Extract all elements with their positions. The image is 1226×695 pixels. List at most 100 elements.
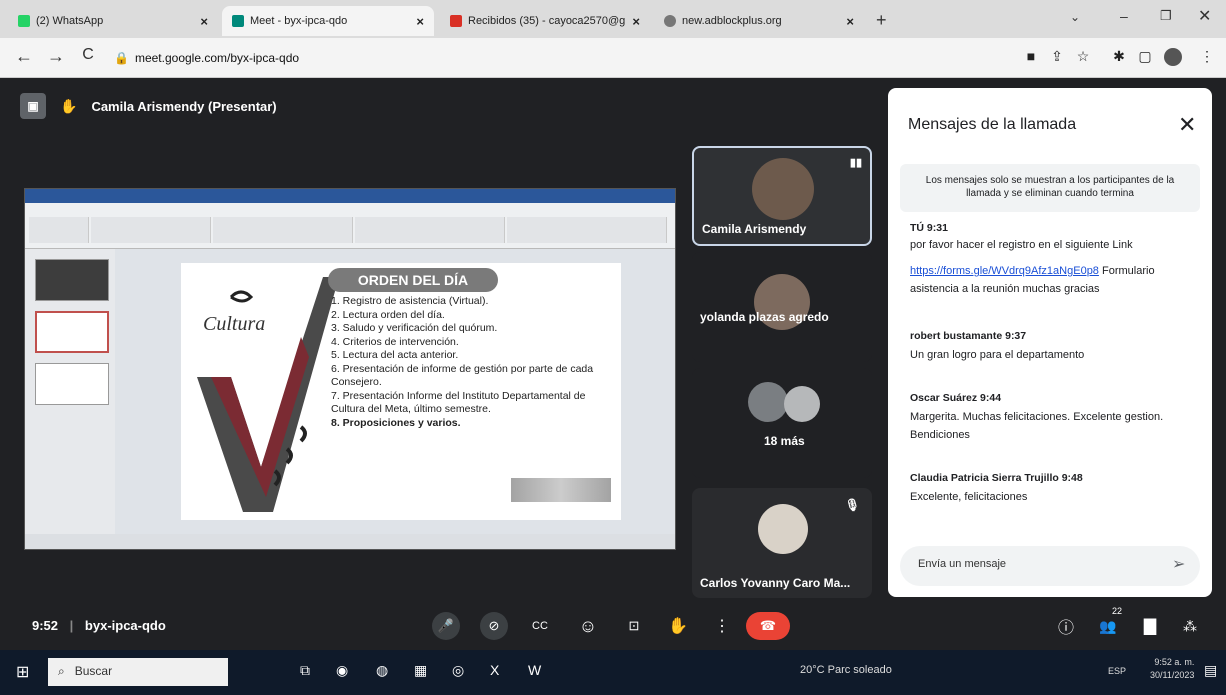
meet-icon	[232, 15, 244, 27]
close-icon[interactable]: ×	[846, 14, 854, 29]
clock-time: 9:52 a. m.	[1154, 657, 1195, 667]
message-sender: Oscar Suárez 9:44	[910, 392, 1002, 404]
message-link[interactable]: https://forms.gle/WVdrq9Afz1aNgE0p8	[910, 265, 1099, 277]
meeting-time: 9:52	[32, 618, 59, 633]
agenda-item: 5. Lectura del acta anterior.	[331, 349, 459, 361]
message-text: Margerita. Muchas felicitaciones. Excele…	[910, 411, 1164, 441]
message-text: Un gran logro para el departamento	[910, 349, 1085, 361]
minimize-icon[interactable]: –	[1120, 8, 1128, 24]
address-bar: ← → C 🔒 meet.google.com/byx-ipca-qdo ■ ⇪…	[0, 38, 1226, 78]
store-icon[interactable]: ◎	[452, 662, 464, 679]
reload-icon[interactable]: C	[76, 46, 100, 64]
explorer-icon[interactable]: ▦	[414, 662, 427, 679]
chat-panel: Mensajes de la llamada ✕ Los mensajes so…	[888, 88, 1212, 597]
separator: |	[69, 618, 74, 633]
presenter-bar: ▣ ✋ Camila Arismendy (Presentar)	[20, 92, 277, 120]
people-icon[interactable]: 👥	[1094, 612, 1122, 640]
tab-gmail[interactable]: Recibidos (35) - cayoca2570@g ×	[440, 6, 650, 36]
taskbar-clock[interactable]: 9:52 a. m. 30/11/2023	[1150, 656, 1194, 682]
mic-icon[interactable]: 🎤	[432, 612, 460, 640]
excel-icon[interactable]: X	[490, 662, 499, 678]
shared-screen: Cultura ORDEN DEL DÍA 1. Registro de asi…	[24, 188, 676, 550]
send-icon[interactable]: ➢	[1172, 554, 1185, 574]
ribbon-group	[91, 217, 211, 243]
layout-icon[interactable]: ▣	[20, 93, 46, 119]
participant-tile[interactable]: 18 más	[692, 368, 872, 478]
sidepanel-icon[interactable]: ▢	[1136, 48, 1154, 66]
participant-tile[interactable]: yolanda plazas agredo	[692, 252, 872, 362]
back-icon[interactable]: ←	[12, 46, 36, 67]
agenda-item: 1. Registro de asistencia (Virtual).	[331, 295, 489, 307]
menu-icon[interactable]: ⋮	[1198, 48, 1216, 66]
tab-adblock[interactable]: new.adblockplus.org ×	[654, 6, 864, 36]
search-icon: ⌕	[58, 664, 65, 678]
camera-off-icon[interactable]: ⊘	[480, 612, 508, 640]
taskbar-search[interactable]: ⌕ Buscar	[48, 658, 228, 686]
task-view-icon[interactable]: ⧉	[300, 662, 310, 679]
windows-start-icon[interactable]: ⊞	[16, 662, 29, 682]
presenter-label: Camila Arismendy (Presentar)	[91, 98, 277, 114]
agenda-item: 8. Proposiciones y varios.	[331, 416, 461, 429]
slide-thumbnail[interactable]	[35, 311, 109, 353]
close-icon[interactable]: ×	[632, 14, 640, 29]
participant-avatar	[784, 386, 820, 422]
tab-label: Recibidos (35) - cayoca2570@g	[468, 15, 626, 27]
tab-label: Meet - byx-ipca-qdo	[250, 15, 348, 27]
participant-avatar	[758, 504, 808, 554]
more-options-icon[interactable]: ⋮	[708, 612, 736, 640]
windows-taskbar: ⊞ ⌕ Buscar ⧉ ◉ ◍ ▦ ◎ X W 20°C Parc solea…	[0, 650, 1226, 695]
share-icon[interactable]: ⇪	[1048, 48, 1066, 66]
notifications-icon[interactable]: ▤	[1204, 662, 1217, 679]
emoji-icon[interactable]: ☺	[574, 612, 602, 640]
slide-thumbnail[interactable]	[35, 259, 109, 301]
star-icon[interactable]: ☆	[1074, 48, 1092, 66]
ribbon-group	[507, 217, 667, 243]
captions-icon[interactable]: CC	[526, 612, 554, 640]
tab-whatsapp[interactable]: (2) WhatsApp ×	[8, 6, 218, 36]
participant-tile[interactable]: ▮▮ Camila Arismendy	[692, 146, 872, 246]
close-icon[interactable]: ×	[416, 14, 424, 29]
ribbon-group	[355, 217, 505, 243]
gmail-icon	[450, 15, 462, 27]
search-label: Buscar	[74, 664, 113, 678]
participant-tile[interactable]: 🎙 Carlos Yovanny Caro Ma...	[692, 488, 872, 598]
present-icon[interactable]: ⊡	[620, 612, 648, 640]
agenda-item: 2. Lectura orden del día.	[331, 308, 445, 321]
info-icon[interactable]: ⓘ	[1052, 612, 1080, 640]
word-icon[interactable]: W	[528, 662, 541, 678]
slide-title: ORDEN DEL DÍA	[328, 268, 498, 292]
language-indicator[interactable]: ESP	[1108, 666, 1126, 676]
leave-call-button[interactable]: ☎	[746, 612, 790, 640]
slide-thumbnail[interactable]	[35, 363, 109, 405]
chat-icon[interactable]: ▇	[1136, 612, 1164, 640]
tab-meet[interactable]: Meet - byx-ipca-qdo ×	[222, 6, 434, 36]
forward-icon[interactable]: →	[44, 46, 68, 67]
participant-avatar	[752, 158, 814, 220]
close-icon[interactable]: ✕	[1178, 112, 1196, 138]
weather-label[interactable]: 20°C Parc soleado	[800, 664, 892, 676]
new-tab-icon[interactable]: +	[876, 10, 887, 31]
participant-name: 18 más	[764, 434, 805, 448]
record-icon[interactable]: ■	[1022, 48, 1040, 66]
url-field[interactable]: 🔒 meet.google.com/byx-ipca-qdo	[114, 46, 964, 70]
close-icon[interactable]: ×	[200, 14, 208, 29]
chat-input[interactable]: Envía un mensaje	[900, 546, 1200, 586]
meet-stage: ▣ ✋ Camila Arismendy (Presentar) Cultura…	[0, 78, 1226, 650]
edge-icon[interactable]: ◍	[376, 662, 388, 679]
ribbon-group	[29, 217, 89, 243]
window-close-icon[interactable]: ✕	[1198, 6, 1211, 26]
chevron-down-icon[interactable]: ⌄	[1070, 10, 1080, 24]
maximize-icon[interactable]: ❐	[1160, 8, 1172, 24]
ppt-statusbar	[25, 534, 675, 549]
raise-hand-icon[interactable]: ✋	[664, 612, 692, 640]
slide-thumbnails	[25, 249, 115, 534]
extensions-icon[interactable]: ✱	[1110, 48, 1128, 66]
profile-avatar[interactable]	[1164, 48, 1182, 66]
tab-label: new.adblockplus.org	[682, 15, 782, 27]
agenda-item: 7. Presentación Informe del Instituto De…	[331, 389, 586, 416]
chrome-icon[interactable]: ◉	[336, 662, 348, 679]
agenda-item: 6. Presentación de informe de gestión po…	[331, 362, 594, 389]
activities-icon[interactable]: ⁂	[1176, 612, 1204, 640]
footer-logos	[511, 478, 611, 502]
participant-name: yolanda plazas agredo	[700, 310, 829, 324]
